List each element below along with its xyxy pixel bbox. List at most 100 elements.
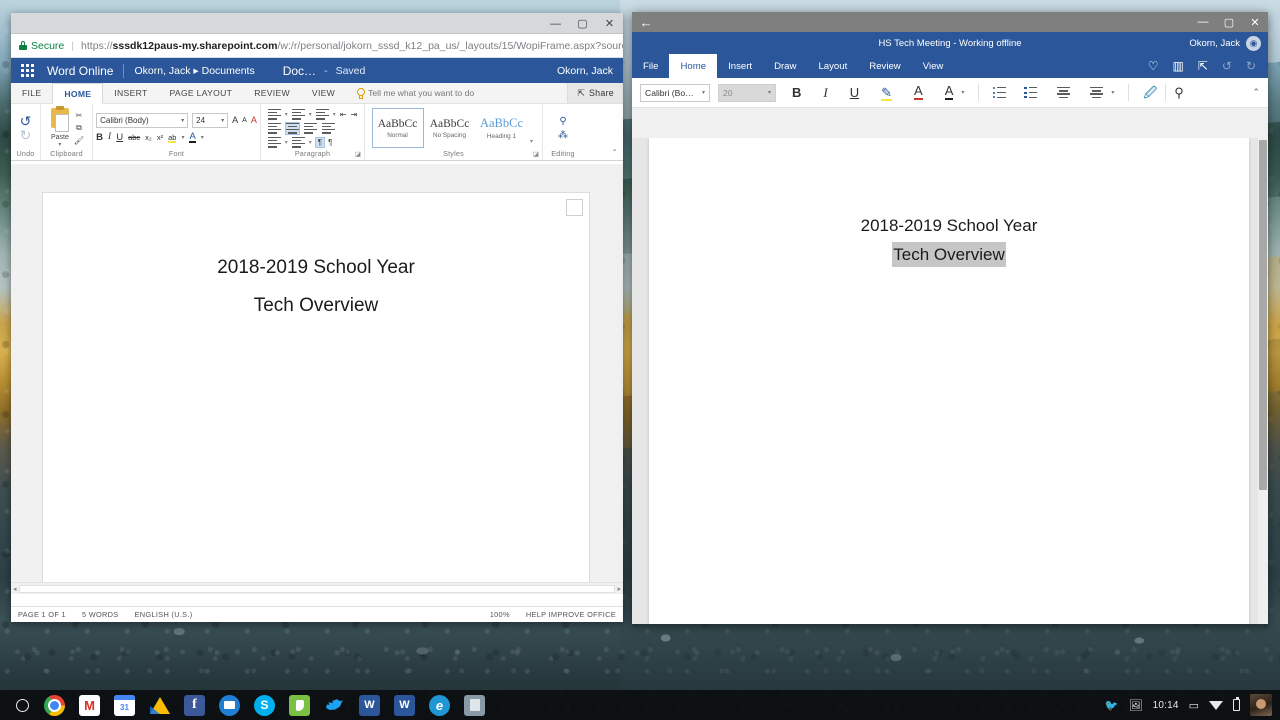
bullets-chevron-down-icon[interactable]: ▾ (285, 111, 288, 118)
style-heading-1[interactable]: AaBbCc Heading 1 (475, 108, 528, 148)
redo-icon[interactable]: ↻ (1246, 59, 1256, 73)
undo-icon[interactable]: ↺ (1222, 59, 1232, 73)
font-size-select[interactable]: 24 ▾ (192, 112, 229, 128)
find-icon[interactable]: ⚲ (559, 116, 566, 127)
shrink-font-icon[interactable]: A (242, 117, 247, 124)
status-word-count[interactable]: 5 WORDS (82, 610, 119, 619)
clock[interactable]: 10:14 (1153, 700, 1179, 711)
wd-align-icon[interactable] (1057, 87, 1071, 98)
taskbar-icon-word-online[interactable] (359, 694, 380, 716)
wd-collapse-ribbon-chevron-up-icon[interactable]: ⌃ (1252, 88, 1260, 97)
align-right-icon[interactable] (303, 122, 317, 134)
bold-button[interactable]: B (96, 133, 103, 143)
taskbar-icon-google-drive[interactable] (149, 695, 170, 716)
taskbar-icon-twitter[interactable] (324, 695, 345, 716)
word-minimize-button[interactable]: — (1190, 12, 1216, 32)
paste-button[interactable]: Paste ▾ (49, 106, 71, 148)
taskbar-icon-skype[interactable] (254, 694, 275, 716)
wifi-icon[interactable] (1209, 700, 1223, 710)
decrease-indent-icon[interactable]: ⇤ (340, 110, 347, 119)
italic-button[interactable]: I (108, 132, 111, 143)
tab-review[interactable]: REVIEW (243, 83, 301, 103)
browser-close-button[interactable]: ✕ (596, 13, 623, 34)
scrollbar-thumb[interactable] (1259, 140, 1267, 490)
back-arrow-icon[interactable]: ← (637, 14, 655, 30)
scroll-right-arrow-icon[interactable]: ▸ (617, 585, 621, 593)
tab-view[interactable]: VIEW (301, 83, 346, 103)
rtl-text-direction-icon[interactable]: ¶ (328, 138, 332, 147)
taskbar-icon-internet-explorer[interactable] (429, 694, 450, 716)
tray-image-icon[interactable]: 🖼 (1129, 699, 1143, 712)
page-handle-top-right[interactable] (566, 199, 583, 216)
start-button[interactable] (0, 698, 44, 712)
wd-tab-home[interactable]: Home (669, 54, 718, 78)
tab-page-layout[interactable]: PAGE LAYOUT (159, 83, 244, 103)
wd-find-icon[interactable]: ⚲ (1174, 86, 1184, 99)
wd-numbering-icon[interactable] (1024, 87, 1037, 98)
wd-font-size-select[interactable]: 20 ▾ (718, 83, 776, 102)
word-account-name[interactable]: Okorn, Jack (1189, 38, 1240, 49)
taskbar-icon-files[interactable] (219, 694, 240, 716)
wd-paragraph-indent-icon[interactable] (1090, 87, 1104, 98)
vertical-scrollbar[interactable] (1258, 138, 1268, 624)
tell-me-search[interactable]: Tell me what you want to do (346, 83, 484, 103)
underline-button[interactable]: U (116, 133, 123, 143)
multilevel-list-icon[interactable] (315, 108, 329, 120)
redo-icon[interactable]: ↻ (20, 128, 32, 142)
superscript-button[interactable]: x² (157, 134, 163, 142)
line-spacing-chevron-down-icon[interactable]: ▾ (285, 139, 288, 146)
clear-formatting-icon[interactable]: A (251, 115, 257, 125)
status-language[interactable]: ENGLISH (U.S.) (135, 610, 193, 619)
taskbar-icon-word-desktop[interactable] (394, 694, 415, 716)
increase-indent-icon[interactable]: ⇥ (351, 110, 358, 119)
highlight-chevron-down-icon[interactable]: ▾ (181, 135, 184, 141)
user-photo[interactable] (1250, 694, 1272, 716)
wd-font-color-button[interactable]: A (914, 84, 923, 100)
cut-icon[interactable]: ✂ (74, 111, 84, 120)
taskbar-icon-facebook[interactable] (184, 694, 205, 716)
shading-icon[interactable] (291, 136, 305, 148)
styles-more-chevron-down-icon[interactable]: ▾ (528, 108, 536, 148)
styles-dialog-launcher[interactable]: ◪ (533, 150, 539, 158)
font-name-select[interactable]: Calibri (Body) ▾ (96, 112, 189, 128)
avatar[interactable]: ◉ (1246, 35, 1261, 51)
line-spacing-icon[interactable] (267, 136, 281, 148)
subscript-button[interactable]: x₂ (145, 134, 152, 142)
word-close-button[interactable]: ✕ (1242, 12, 1268, 32)
font-color-chevron-down-icon[interactable]: ▾ (201, 135, 204, 141)
tab-home[interactable]: HOME (52, 83, 104, 104)
wd-font-color-chevron-down-icon[interactable]: ▾ (961, 89, 964, 96)
wd-selected-text[interactable]: Tech Overview (892, 242, 1006, 267)
read-mode-icon[interactable]: ▥ (1172, 59, 1183, 73)
wd-font-shading-button[interactable]: A (944, 84, 954, 100)
status-feedback-link[interactable]: HELP IMPROVE OFFICE (526, 610, 616, 619)
collapse-ribbon-chevron-up-icon[interactable]: ⌃ (611, 148, 618, 157)
wd-document-page[interactable]: 2018-2019 School Year Tech Overview (649, 138, 1249, 624)
document-name[interactable]: Doc… (283, 64, 316, 78)
ltr-text-direction-icon[interactable]: ¶ (314, 136, 326, 148)
font-color-button[interactable]: A (189, 132, 196, 144)
browser-minimize-button[interactable]: — (542, 13, 569, 34)
battery-icon[interactable] (1233, 697, 1240, 711)
browser-maximize-button[interactable]: ▢ (569, 13, 596, 34)
wd-italic-button[interactable]: I (823, 86, 827, 99)
taskbar-icon-evernote[interactable] (289, 694, 310, 716)
document-page[interactable]: 2018-2019 School Year Tech Overview (43, 193, 589, 594)
align-left-icon[interactable] (267, 122, 281, 134)
copy-icon[interactable]: ⧉ (74, 123, 84, 133)
share-button[interactable]: ⇱ Share (567, 83, 623, 103)
taskbar-icon-calendar[interactable] (114, 694, 135, 716)
taskbar-icon-generic-app[interactable] (464, 694, 485, 716)
style-normal[interactable]: AaBbCc Normal (371, 108, 424, 148)
scrollbar-track[interactable] (18, 584, 616, 593)
account-name[interactable]: Okorn, Jack (557, 65, 613, 77)
breadcrumb[interactable]: Okorn, Jack ▸ Documents (134, 65, 254, 77)
align-center-icon[interactable] (284, 121, 300, 135)
paste-chevron-down-icon[interactable]: ▾ (58, 141, 61, 148)
scroll-left-arrow-icon[interactable]: ◂ (13, 585, 17, 593)
wd-text-highlight-icon[interactable]: ✎ (881, 86, 892, 101)
format-painter-icon[interactable]: 🖌 (74, 136, 84, 145)
style-no-spacing[interactable]: AaBbCc No Spacing (423, 108, 476, 148)
tab-insert[interactable]: INSERT (103, 83, 158, 103)
word-maximize-button[interactable]: ▢ (1216, 12, 1242, 32)
